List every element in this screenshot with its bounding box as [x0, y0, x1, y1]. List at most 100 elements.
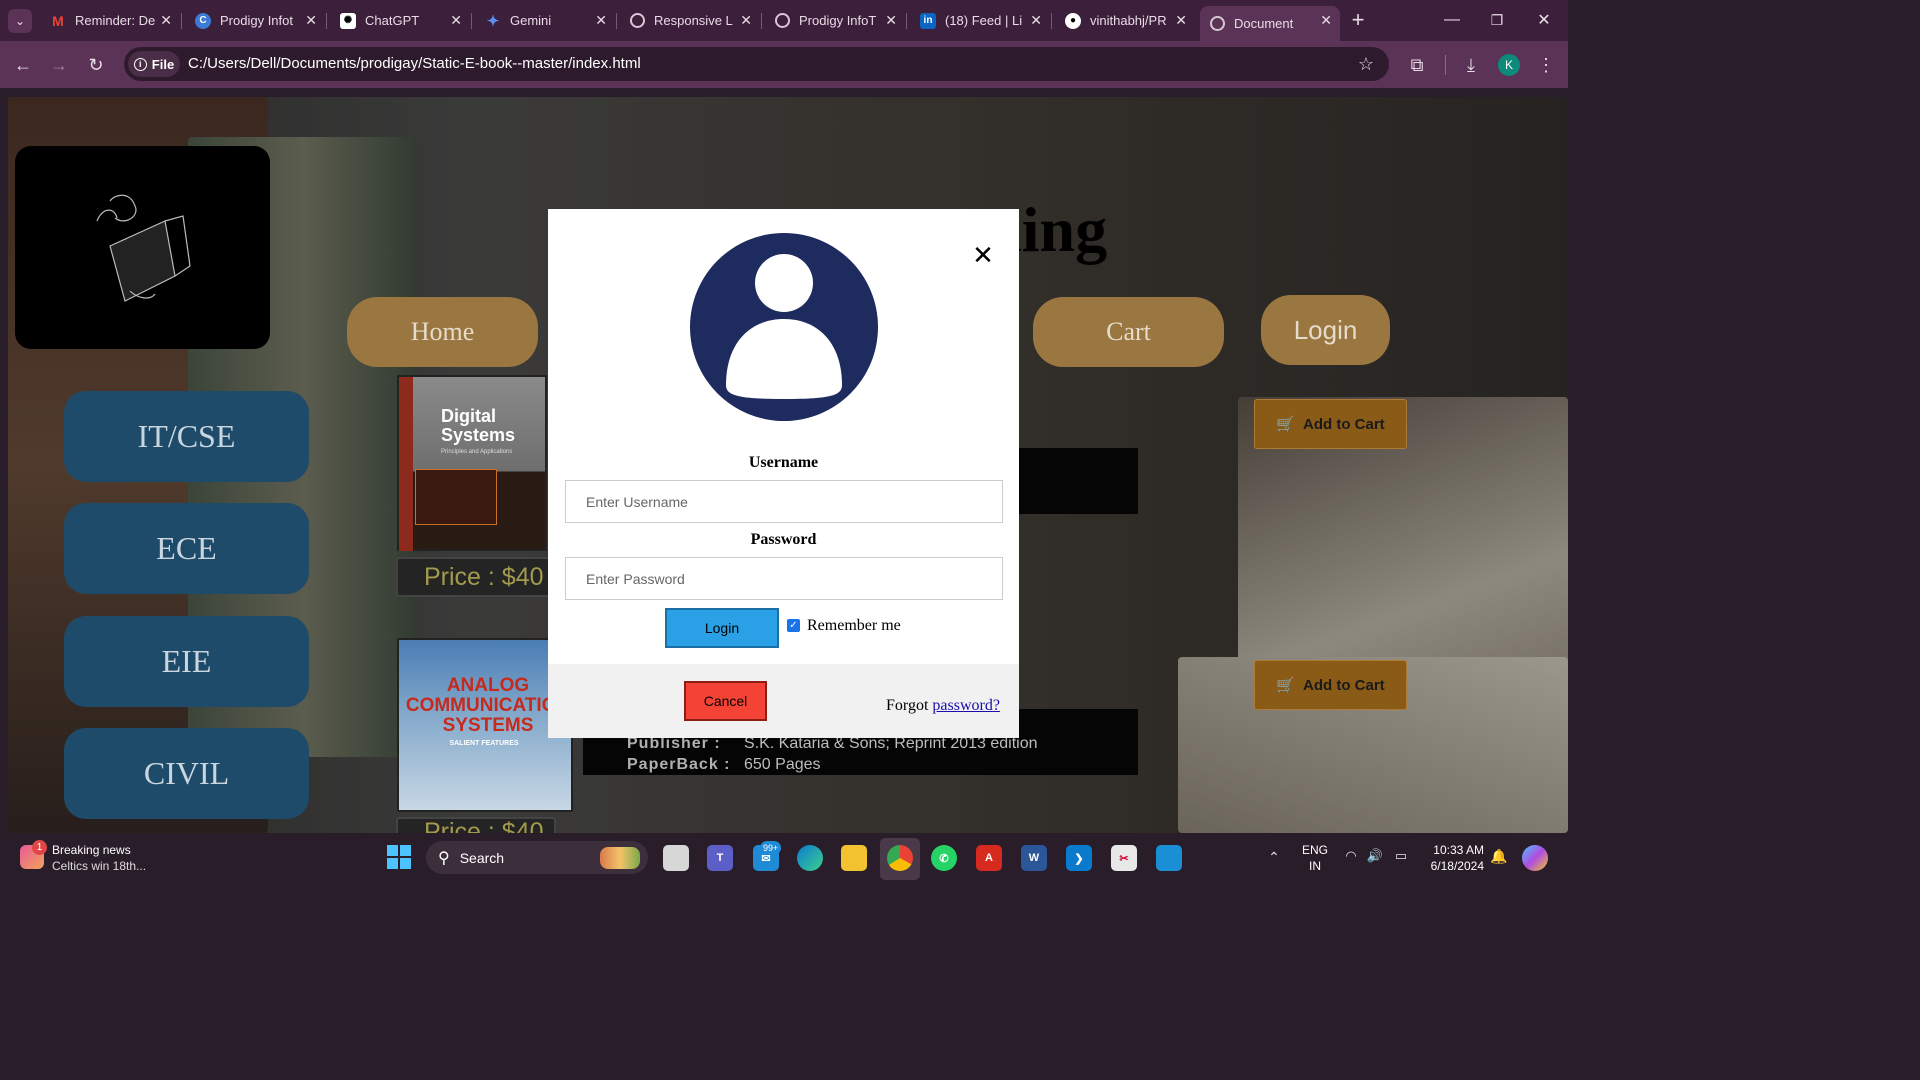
book-subtitle: SALIENT FEATURES [449, 740, 519, 747]
window-close-button[interactable]: ✕ [1532, 8, 1556, 32]
close-icon[interactable]: ✕ [1320, 12, 1332, 29]
tab-responsive[interactable]: Responsive L ✕ [620, 6, 760, 35]
volume-icon[interactable]: 🔊 [1366, 847, 1384, 865]
sidebar-item-eie[interactable]: EIE [64, 616, 309, 707]
login-modal: ✕ Username Password Login ✓ Remember me … [548, 209, 1019, 738]
photos-icon[interactable] [1156, 845, 1182, 871]
address-bar[interactable]: i File C:/Users/Dell/Documents/prodigay/… [124, 47, 1389, 81]
download-icon[interactable]: ⤓ [1459, 53, 1483, 77]
word-icon[interactable]: W [1021, 845, 1047, 871]
tab-title: Reminder: De [75, 13, 156, 28]
close-icon[interactable]: ✕ [970, 240, 996, 270]
tab-prodigy[interactable]: C Prodigy Infot ✕ [185, 6, 325, 35]
tab-gmail[interactable]: M Reminder: De ✕ [40, 6, 180, 35]
close-icon[interactable]: ✕ [1175, 12, 1187, 29]
nav-home-button[interactable]: Home [347, 297, 538, 367]
modal-footer: Cancel Forgot password? [548, 664, 1019, 738]
news-subtitle: Celtics win 18th... [52, 859, 147, 873]
tab-linkedin[interactable]: in (18) Feed | Li ✕ [910, 6, 1050, 35]
minimize-button[interactable]: — [1440, 8, 1464, 32]
add-to-cart-button[interactable]: 🛒 Add to Cart [1254, 399, 1407, 449]
sidebar-item-it-cse[interactable]: IT/CSE [64, 391, 309, 482]
file-explorer-icon[interactable] [841, 845, 867, 871]
tab-document[interactable]: Document ✕ [1200, 6, 1340, 41]
extensions-icon[interactable]: ⧉ [1405, 53, 1429, 77]
reload-icon[interactable]: ↻ [83, 52, 109, 78]
sidebar-item-ece[interactable]: ECE [64, 503, 309, 594]
show-hidden-icons-chevron-icon[interactable]: ⌃ [1264, 847, 1284, 867]
edge-icon[interactable] [797, 845, 823, 871]
login-submit-button[interactable]: Login [665, 608, 779, 648]
tab-github[interactable]: ● vinithabhj/PR ✕ [1055, 6, 1195, 35]
book-cover-digital-systems[interactable]: Digital Systems Principles and Applicati… [397, 375, 547, 551]
remember-me-label: Remember me [807, 617, 901, 634]
username-input[interactable] [565, 480, 1003, 523]
menu-kebab-icon[interactable]: ⋮ [1534, 53, 1558, 77]
tab-title: Document [1234, 16, 1294, 31]
book-cover-analog-communication[interactable]: ANALOG COMMUNICATION SYSTEMS SALIENT FEA… [397, 638, 573, 812]
language-indicator[interactable]: ENG IN [1302, 842, 1328, 874]
nav-cart-button[interactable]: Cart [1033, 297, 1224, 367]
news-widget[interactable]: Breaking news Celtics win 18th... [52, 842, 146, 874]
close-icon[interactable]: ✕ [1030, 12, 1042, 29]
notification-bell-icon[interactable]: 🔔 [1490, 847, 1508, 865]
tab-gemini[interactable]: ✦ Gemini ✕ [475, 6, 615, 35]
password-input[interactable] [565, 557, 1003, 600]
snipping-tool-icon[interactable]: ✂ [1111, 845, 1137, 871]
close-icon[interactable]: ✕ [740, 12, 752, 29]
globe-icon [630, 13, 645, 28]
site-info-chip[interactable]: i File [128, 51, 180, 77]
search-label: Search [459, 849, 505, 866]
date-label: 6/18/2024 [1430, 859, 1484, 873]
cancel-button[interactable]: Cancel [684, 681, 767, 721]
browser-tab-bar: ⌄ M Reminder: De ✕ C Prodigy Infot ✕ ✺ C… [0, 0, 1568, 41]
taskbar-search-box[interactable]: ⚲ Search [426, 841, 648, 874]
sidebar-item-civil[interactable]: CIVIL [64, 728, 309, 819]
bookmark-star-icon[interactable]: ☆ [1354, 52, 1378, 76]
nav-login-button[interactable]: Login [1261, 295, 1390, 365]
user-avatar-icon [690, 233, 878, 421]
close-icon[interactable]: ✕ [595, 12, 607, 29]
whatsapp-icon[interactable]: ✆ [931, 845, 957, 871]
add-to-cart-button[interactable]: 🛒 Add to Cart [1254, 660, 1407, 710]
vscode-icon[interactable]: ❯ [1066, 845, 1092, 871]
back-icon[interactable]: ← [10, 52, 36, 78]
forgot-password-link[interactable]: password? [932, 697, 1000, 714]
acrobat-icon[interactable]: A [976, 845, 1002, 871]
windows-taskbar [0, 833, 1568, 882]
restore-button[interactable]: ❐ [1485, 8, 1509, 32]
new-tab-button[interactable]: + [1346, 7, 1370, 32]
clock[interactable]: 10:33 AM 6/18/2024 [1424, 842, 1484, 874]
github-icon: ● [1065, 12, 1081, 29]
teams-icon[interactable]: T [707, 845, 733, 871]
tab-search-button[interactable]: ⌄ [8, 9, 32, 33]
wifi-icon[interactable]: ◠ [1342, 847, 1360, 865]
prodigy-icon: C [195, 12, 211, 29]
profile-avatar[interactable]: K [1498, 54, 1520, 76]
task-view-icon[interactable] [663, 845, 689, 871]
copilot-icon[interactable] [1522, 845, 1548, 871]
tab-prodigy-2[interactable]: Prodigy InfoT ✕ [765, 6, 905, 35]
remember-me-checkbox[interactable]: ✓ [787, 619, 800, 632]
close-icon[interactable]: ✕ [160, 12, 172, 29]
cover-spine [399, 377, 413, 551]
cover-circuit-image [415, 469, 497, 525]
windows-start-icon[interactable] [387, 845, 411, 869]
book-subtitle: Principles and Applications [441, 449, 513, 455]
battery-icon[interactable]: ▭ [1391, 847, 1411, 865]
tab-title: ChatGPT [365, 13, 420, 28]
mail-badge: 99+ [760, 841, 782, 855]
password-label: Password [750, 531, 817, 548]
tab-title: (18) Feed | Li [945, 13, 1023, 28]
close-icon[interactable]: ✕ [885, 12, 897, 29]
tab-chatgpt[interactable]: ✺ ChatGPT ✕ [330, 6, 470, 35]
close-icon[interactable]: ✕ [305, 12, 317, 29]
close-icon[interactable]: ✕ [450, 12, 462, 29]
chrome-icon[interactable] [887, 845, 913, 871]
time-label: 10:33 AM [1433, 843, 1484, 857]
tab-title: Prodigy InfoT [799, 13, 877, 28]
forward-icon[interactable]: → [46, 52, 72, 78]
price-label: Price : $40 [396, 817, 556, 833]
price-label: Price : $40 [396, 557, 556, 597]
cart-icon: 🛒 [1276, 416, 1295, 433]
